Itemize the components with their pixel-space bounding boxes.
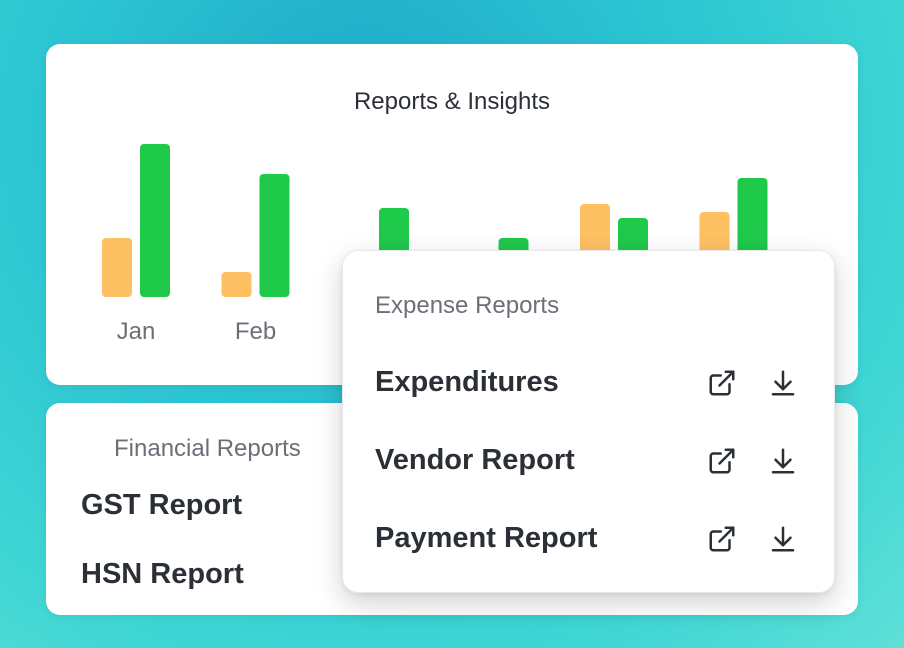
open-external-icon[interactable] bbox=[707, 368, 737, 398]
payment-report-label[interactable]: Payment Report bbox=[375, 522, 597, 555]
bar-orange-0 bbox=[102, 238, 132, 297]
download-icon[interactable] bbox=[768, 368, 798, 398]
expense-reports-popover: Expense Reports Expenditures Vendor Repo… bbox=[342, 250, 835, 593]
expense-row-payment-report: Payment Report bbox=[343, 520, 834, 560]
x-tick-label: Feb bbox=[235, 318, 276, 345]
download-icon[interactable] bbox=[768, 524, 798, 554]
expense-row-vendor-report: Vendor Report bbox=[343, 442, 834, 482]
open-external-icon[interactable] bbox=[707, 524, 737, 554]
gst-report-link[interactable]: GST Report bbox=[81, 489, 242, 522]
bar-green-1 bbox=[259, 174, 290, 297]
open-external-icon[interactable] bbox=[707, 446, 737, 476]
expense-row-expenditures: Expenditures bbox=[343, 364, 834, 404]
hsn-report-link[interactable]: HSN Report bbox=[81, 558, 244, 591]
download-icon[interactable] bbox=[768, 446, 798, 476]
x-tick-label: Jan bbox=[117, 318, 156, 345]
bar-orange-1 bbox=[221, 272, 252, 297]
expenditures-label[interactable]: Expenditures bbox=[375, 366, 559, 399]
bar-green-0 bbox=[140, 144, 170, 297]
financial-reports-heading: Financial Reports bbox=[114, 435, 301, 462]
vendor-report-label[interactable]: Vendor Report bbox=[375, 444, 575, 477]
expense-reports-heading: Expense Reports bbox=[375, 292, 560, 319]
